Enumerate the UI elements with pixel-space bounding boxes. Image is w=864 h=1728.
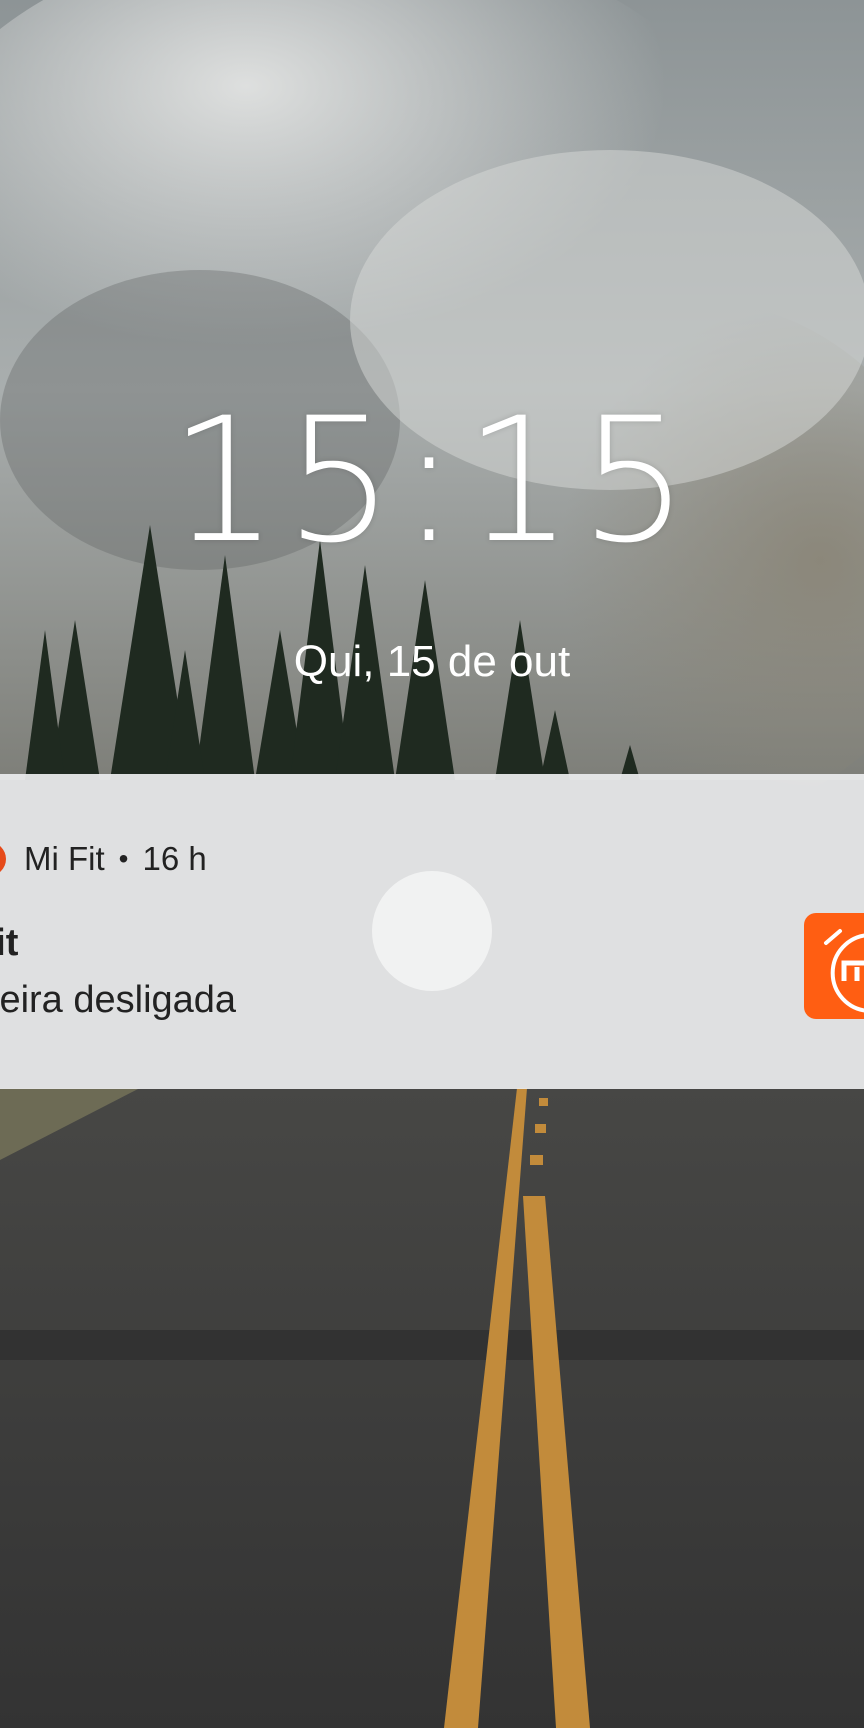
header-separator: • — [118, 843, 129, 874]
mi-fit-logo-icon — [804, 913, 864, 1019]
notification-app-name: Mi Fit — [24, 840, 105, 877]
notification-title: Fit — [0, 922, 19, 964]
clock-date: Qui, 15 de out — [293, 637, 571, 686]
notification-age: 16 h — [142, 840, 207, 877]
clock-time: 15:15 — [169, 380, 695, 581]
touch-indicator — [372, 871, 492, 991]
mi-fit-app-icon — [0, 842, 6, 876]
notification-body: lseira desligada — [0, 979, 237, 1021]
notification-header: Mi Fit • 16 h — [0, 834, 207, 884]
